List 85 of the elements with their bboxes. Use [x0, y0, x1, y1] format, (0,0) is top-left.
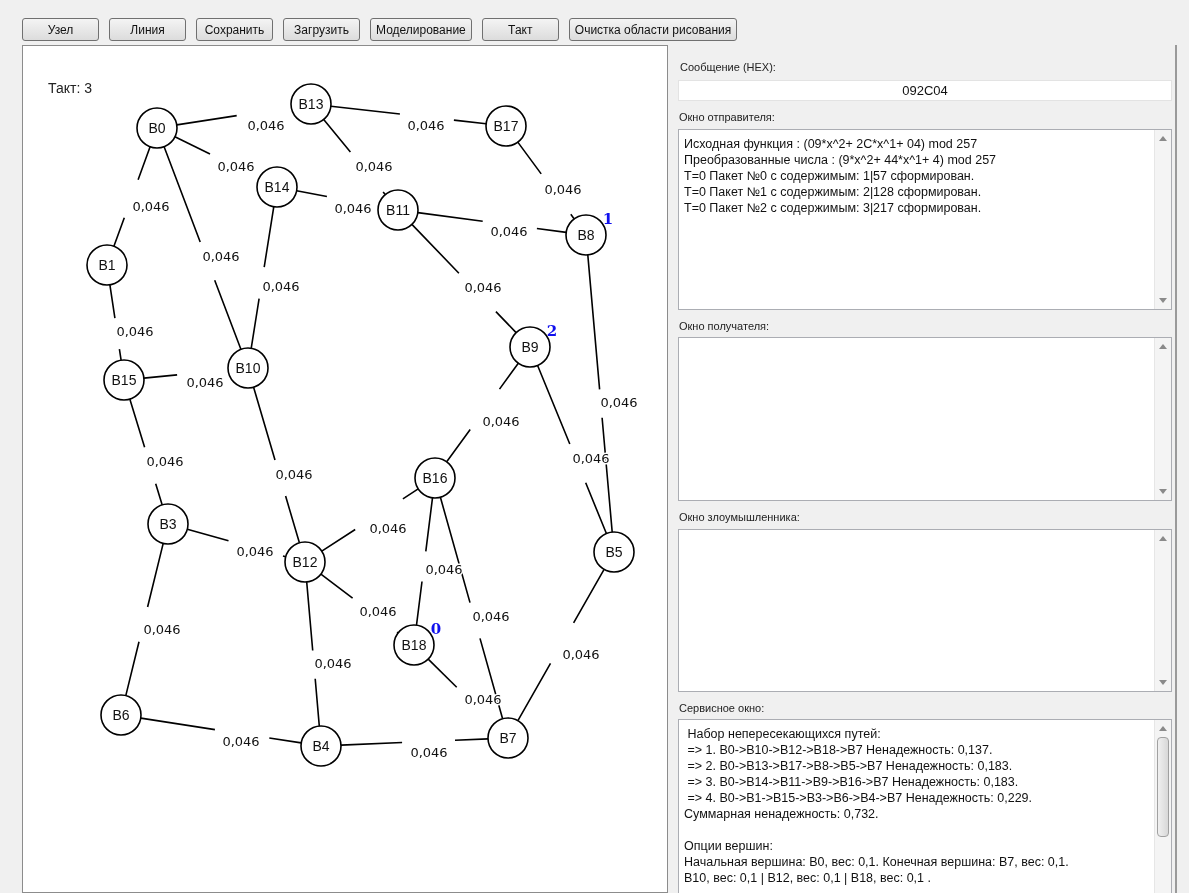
edge-weight: 0,046: [600, 395, 638, 410]
graph-node[interactable]: B7: [487, 717, 529, 759]
graph-node[interactable]: B0: [136, 107, 178, 149]
graph-node[interactable]: B14: [256, 166, 298, 208]
scroll-up-icon[interactable]: [1159, 726, 1167, 731]
edge-weight: 0,046: [407, 118, 445, 133]
toolbar-button[interactable]: Загрузить: [283, 18, 360, 41]
text-line: Исходная функция : (09*x^2+ 2C*x^1+ 04) mod 257: [684, 135, 978, 152]
hex-input[interactable]: 092C04: [678, 79, 1172, 101]
graph-node[interactable]: B10: [227, 347, 269, 389]
scrollbar[interactable]: [1154, 338, 1171, 500]
text-line: => 4. B0->B1->B15->B3->B6->B4->B7 Ненадежность: 0,229.: [686, 790, 1032, 806]
toolbar-button[interactable]: Такт: [481, 18, 559, 41]
edge-weight: 0,046: [132, 199, 170, 214]
text-line: T=0 Пакет №1 с содержимым: 2|128 сформирован.: [684, 183, 982, 200]
text-line: Преобразованные числа : (9*x^2+ 44*x^1+ 4) mod 257: [684, 151, 997, 168]
edge-weight: 0,046: [146, 454, 184, 469]
toolbar-button[interactable]: Моделирование: [370, 18, 472, 41]
edge-weight: 0,046: [262, 279, 300, 294]
scrollbar[interactable]: [1154, 720, 1171, 893]
edge-weight: 0,046: [464, 280, 502, 295]
edge-weight: 0,046: [562, 647, 600, 662]
edge-weight: 0,046: [355, 159, 393, 174]
graph-node[interactable]: B15: [103, 359, 145, 401]
window-label: Окно отправителя:: [679, 110, 775, 125]
text-area[interactable]: [678, 719, 1172, 893]
scroll-down-icon[interactable]: [1159, 489, 1167, 494]
edge-weight: 0,046: [472, 609, 510, 624]
text-line: => 3. B0->B14->B11->B9->B16->B7 Ненадежность: 0,183.: [686, 774, 1019, 790]
text-line: Начальная вершина: B0, вес: 0,1. Конечная вершина: B7, вес: 0,1.: [684, 854, 1069, 870]
toolbar-button[interactable]: Очистка области рисования: [568, 18, 738, 41]
graph-node[interactable]: B13: [290, 83, 332, 125]
window-label: Сервисное окно:: [679, 700, 765, 716]
edge-weight: 0,046: [222, 734, 260, 749]
text-line: T=0 Пакет №0 с содержимым: 1|57 сформирован.: [684, 167, 975, 184]
tick-counter: Такт: 3: [48, 80, 92, 96]
text-line: T=0 Пакет №2 с содержимым: 3|217 сформирован.: [684, 199, 982, 216]
window-label: Окно злоумышленника:: [679, 510, 800, 525]
text-line: Набор непересекающихся путей:: [686, 726, 881, 742]
field-label: Сообщение (HEX):: [680, 60, 776, 75]
edge-weight: 0,046: [410, 745, 448, 760]
edge-weight: 0,046: [314, 656, 352, 671]
graph-node[interactable]: B12: [284, 541, 326, 583]
toolbar-button[interactable]: Узел: [22, 18, 99, 41]
graph-node[interactable]: B3: [147, 503, 189, 545]
toolbar-button[interactable]: Сохранить: [196, 18, 273, 41]
text-line: Суммарная ненадежность: 0,732.: [684, 806, 879, 822]
graph-node[interactable]: B17: [485, 105, 527, 147]
drawing-area[interactable]: [22, 45, 668, 893]
edge-line: [143, 374, 178, 379]
text-line: Опции вершин:: [684, 838, 773, 854]
graph-node[interactable]: B1: [86, 244, 128, 286]
scroll-up-icon[interactable]: [1159, 135, 1167, 141]
edge-weight: 0,046: [275, 467, 313, 482]
edge-weight: 0,046: [369, 521, 407, 536]
edge-weight: 0,046: [186, 375, 224, 390]
text-line: B10, вес: 0,1 | B12, вес: 0,1 | B18, вес: 0,1 .: [684, 870, 931, 886]
edge-weight: 0,046: [544, 182, 582, 197]
edge-weight: 0,046: [116, 324, 154, 339]
text-line: => 1. B0->B10->B12->B18->B7 Ненадежность: 0,137.: [686, 742, 993, 758]
text-line: => 2. B0->B13->B17->B8->B5->B7 Ненадежность: 0,183.: [686, 758, 1013, 774]
edge-weight: 0,046: [236, 544, 274, 559]
edge-weight: 0,046: [359, 604, 397, 619]
graph-node[interactable]: B16: [414, 457, 456, 499]
graph-node[interactable]: B6: [100, 694, 142, 736]
window-label: Окно получателя:: [679, 318, 770, 334]
edge-weight: 0,046: [143, 622, 181, 637]
scroll-down-icon[interactable]: [1159, 679, 1167, 685]
scroll-up-icon[interactable]: [1159, 535, 1167, 541]
scroll-down-icon[interactable]: [1159, 297, 1167, 303]
edge-weight: 0,046: [247, 118, 285, 133]
scrollbar[interactable]: [1154, 129, 1171, 309]
scroll-up-icon[interactable]: [1159, 344, 1167, 349]
toolbar-button[interactable]: Линия: [109, 18, 186, 41]
edge-weight: 0,046: [482, 414, 520, 429]
graph-node[interactable]: B5: [593, 531, 635, 573]
edge-weight: 0,046: [334, 201, 372, 216]
graph-node[interactable]: B11: [377, 189, 419, 231]
edge-weight: 0,046: [490, 224, 528, 239]
graph-node[interactable]: B4: [300, 725, 342, 767]
scroll-thumb[interactable]: [1157, 737, 1169, 837]
text-area[interactable]: [678, 128, 1172, 310]
edge-weight: 0,046: [217, 159, 255, 174]
scrollbar[interactable]: [1154, 529, 1171, 691]
edge-weight: 0,046: [202, 249, 240, 264]
